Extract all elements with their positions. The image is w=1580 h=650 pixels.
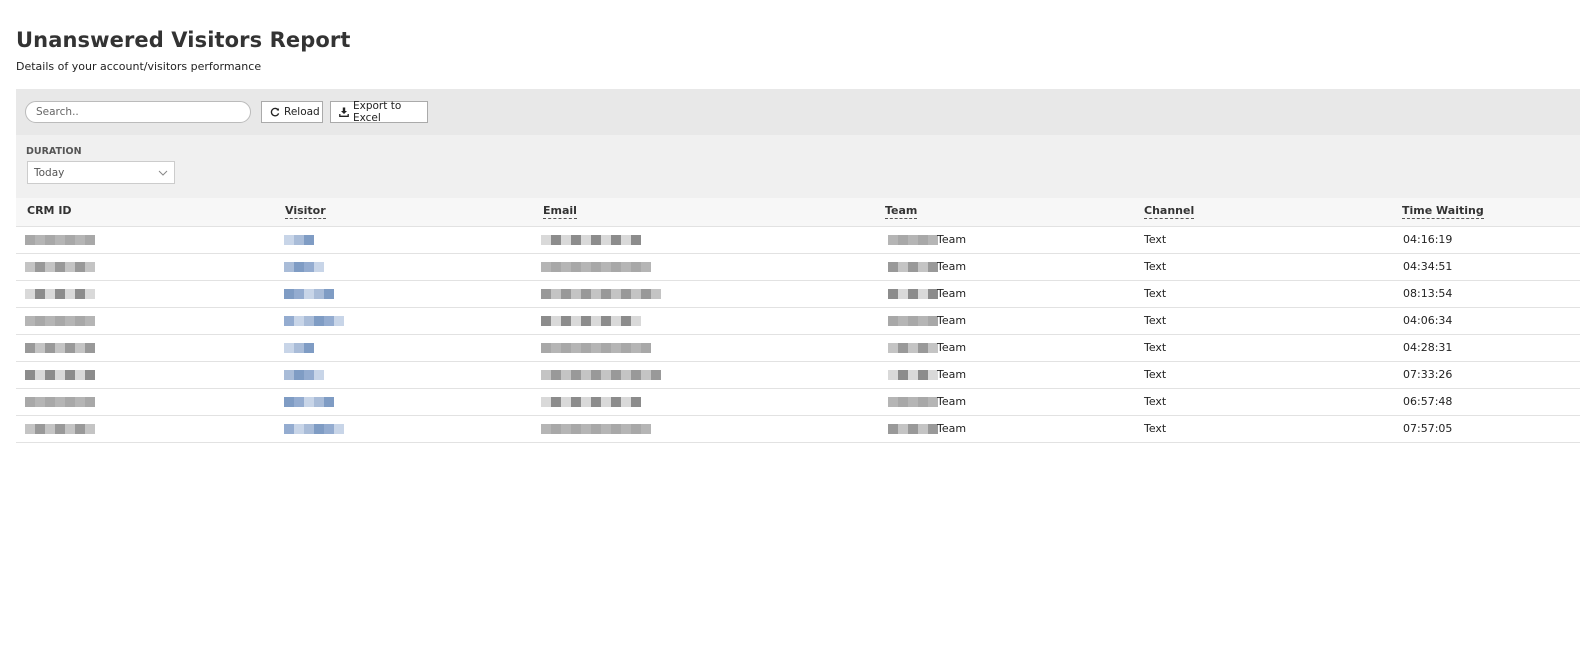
email-redacted [541,370,661,380]
table-body: Team Text 04:16:19 Team Text 04:34:51 Team Text… [16,227,1580,443]
visitor-redacted [284,235,314,245]
team-name-redacted [888,235,938,245]
column-header-crm-id[interactable]: CRM ID [27,204,72,217]
column-header-visitor[interactable]: Visitor [285,204,326,219]
export-label: Export to Excel [353,100,402,124]
column-header-time-waiting[interactable]: Time Waiting [1402,204,1484,219]
time-waiting-cell: 04:34:51 [1403,260,1453,273]
table-row[interactable]: Team Text 07:57:05 [16,416,1580,443]
team-name-redacted [888,316,938,326]
channel-cell: Text [1144,260,1167,273]
channel-cell: Text [1144,341,1167,354]
visitor-redacted [284,289,334,299]
crm-id-redacted [25,289,95,299]
channel-cell: Text [1144,368,1167,381]
email-redacted [541,316,641,326]
column-header-email[interactable]: Email [543,204,577,219]
table-row[interactable]: Team Text 04:34:51 [16,254,1580,281]
time-waiting-cell: 06:57:48 [1403,395,1453,408]
email-redacted [541,289,661,299]
team-cell: Team [937,233,967,246]
team-name-redacted [888,397,938,407]
team-cell: Team [937,341,967,354]
crm-id-redacted [25,235,95,245]
team-name-redacted [888,370,938,380]
export-to-excel-button[interactable]: Export to Excel [330,100,428,124]
team-cell: Team [937,314,967,327]
time-waiting-cell: 04:06:34 [1403,314,1453,327]
column-header-channel[interactable]: Channel [1144,204,1195,219]
crm-id-redacted [25,262,95,272]
team-cell: Team [937,287,967,300]
duration-value: Today [34,166,65,179]
team-cell: Team [937,368,967,381]
filter-bar: DURATION Today [16,135,1580,198]
email-redacted [541,262,651,272]
table-row[interactable]: Team Text 04:16:19 [16,227,1580,254]
crm-id-redacted [25,424,95,434]
email-redacted [541,424,651,434]
team-cell: Team [937,260,967,273]
channel-cell: Text [1144,395,1167,408]
channel-cell: Text [1144,233,1167,246]
visitor-redacted [284,316,344,326]
table-header: CRM ID Visitor Email Team Channel Time W… [16,198,1580,227]
chevron-down-icon [158,167,168,179]
team-name-redacted [888,343,938,353]
channel-cell: Text [1144,287,1167,300]
table-row[interactable]: Team Text 07:33:26 [16,362,1580,389]
time-waiting-cell: 07:57:05 [1403,422,1453,435]
column-header-team[interactable]: Team [885,204,918,219]
reload-label: Reload [284,106,320,118]
team-name-redacted [888,424,938,434]
crm-id-redacted [25,370,95,380]
reload-icon [270,107,280,117]
visitor-redacted [284,424,344,434]
table-row[interactable]: Team Text 08:13:54 [16,281,1580,308]
email-redacted [541,397,641,407]
channel-cell: Text [1144,422,1167,435]
page-title: Unanswered Visitors Report [16,28,351,52]
team-cell: Team [937,395,967,408]
visitor-redacted [284,370,324,380]
page-subtitle: Details of your account/visitors perform… [16,60,262,73]
email-redacted [541,343,651,353]
time-waiting-cell: 04:28:31 [1403,341,1453,354]
channel-cell: Text [1144,314,1167,327]
crm-id-redacted [25,316,95,326]
table-row[interactable]: Team Text 04:06:34 [16,308,1580,335]
time-waiting-cell: 07:33:26 [1403,368,1453,381]
visitors-table: CRM ID Visitor Email Team Channel Time W… [16,198,1580,443]
table-row[interactable]: Team Text 06:57:48 [16,389,1580,416]
visitor-redacted [284,397,334,407]
visitor-redacted [284,262,324,272]
time-waiting-cell: 08:13:54 [1403,287,1453,300]
crm-id-redacted [25,397,95,407]
reload-button[interactable]: Reload [261,101,323,123]
search-input[interactable] [25,101,251,123]
table-row[interactable]: Team Text 04:28:31 [16,335,1580,362]
team-name-redacted [888,262,938,272]
duration-select[interactable]: Today [27,161,175,184]
team-name-redacted [888,289,938,299]
download-icon [339,107,349,117]
team-cell: Team [937,422,967,435]
toolbar: Reload Export to Excel [16,89,1580,135]
time-waiting-cell: 04:16:19 [1403,233,1453,246]
email-redacted [541,235,641,245]
visitor-redacted [284,343,314,353]
crm-id-redacted [25,343,95,353]
duration-label: DURATION [26,146,82,157]
